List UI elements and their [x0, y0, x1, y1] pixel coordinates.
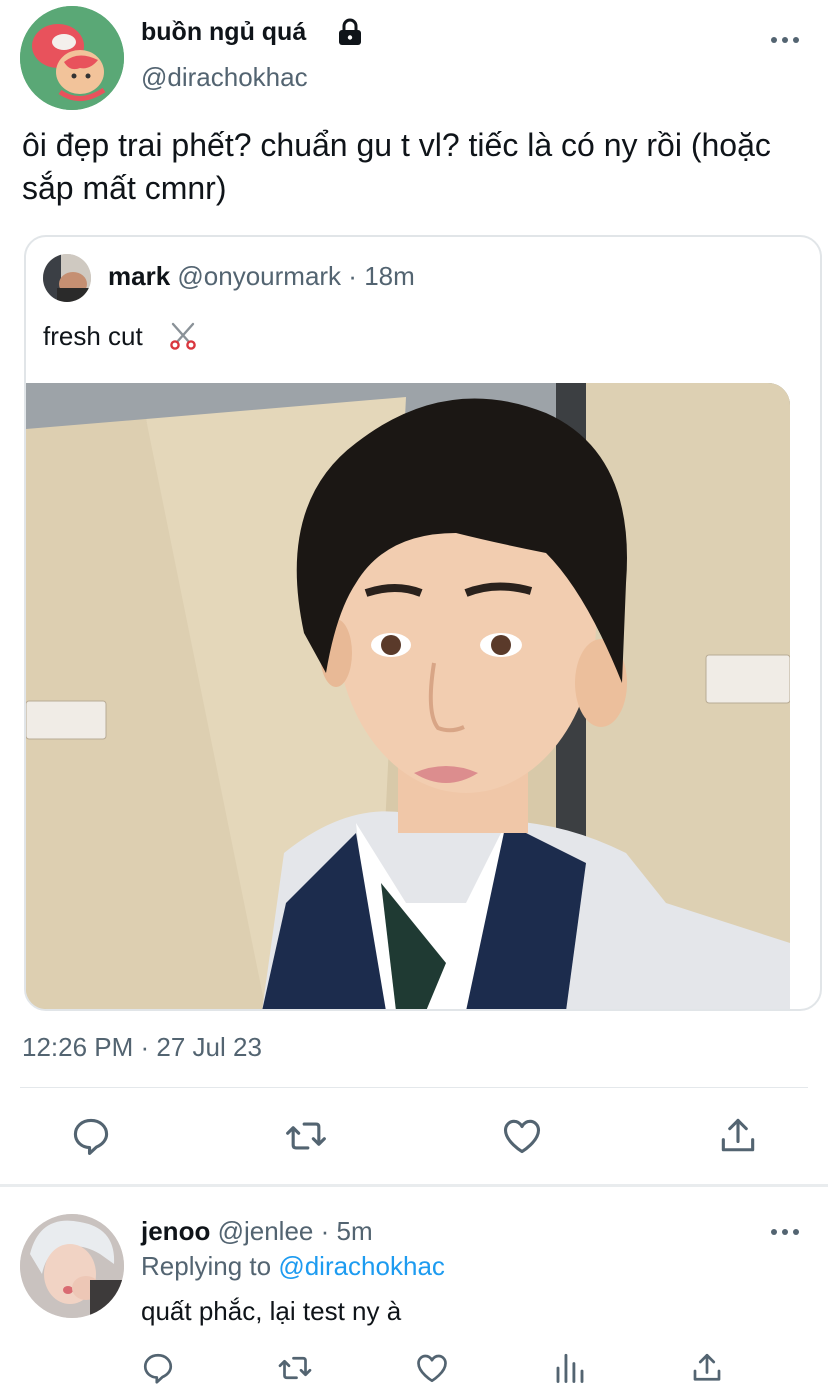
display-name[interactable]: buồn ngủ quá [141, 18, 306, 47]
quote-time: 18m [364, 261, 415, 291]
divider [0, 1184, 828, 1187]
retweet-button[interactable] [284, 1114, 328, 1158]
separator: · [348, 261, 357, 291]
analytics-button[interactable] [552, 1350, 588, 1386]
reply-button[interactable] [140, 1350, 176, 1386]
reply-author-name[interactable]: jenoo [141, 1216, 210, 1246]
replying-to-user-link[interactable]: @dirachokhac [278, 1251, 445, 1281]
reply-button[interactable] [69, 1114, 113, 1158]
tweet-text: ôi đẹp trai phết? chuẩn gu t vl? tiếc là… [22, 127, 771, 206]
retweet-button[interactable] [277, 1350, 313, 1386]
reply-avatar[interactable] [20, 1214, 124, 1318]
separator: · [320, 1216, 330, 1246]
divider [20, 1087, 808, 1088]
quote-photo[interactable] [26, 383, 790, 1009]
user-handle[interactable]: @dirachokhac [141, 62, 308, 93]
more-options-icon[interactable] [770, 28, 800, 52]
quote-text: fresh cut [43, 321, 143, 351]
quote-header: mark @onyourmark · 18m [108, 261, 415, 292]
lock-icon [337, 18, 363, 46]
quote-author-name[interactable]: mark [108, 261, 170, 291]
like-button[interactable] [500, 1114, 544, 1158]
share-button[interactable] [689, 1350, 725, 1386]
replying-to: Replying to @dirachokhac [141, 1251, 445, 1282]
avatar[interactable] [20, 6, 124, 110]
tweet-timestamp: 12:26 PM · 27 Jul 23 [22, 1032, 262, 1062]
reply-time: 5m [336, 1216, 373, 1246]
quote-author-handle[interactable]: @onyourmark [177, 261, 341, 291]
reply-author-handle[interactable]: @jenlee [218, 1216, 314, 1246]
reply-text: quất phắc, lại test ny à [141, 1296, 402, 1326]
replying-to-label: Replying to [141, 1251, 272, 1281]
more-options-icon[interactable] [770, 1220, 800, 1244]
quote-tweet-card[interactable]: mark @onyourmark · 18m fresh cut [24, 235, 822, 1011]
quote-avatar [43, 254, 91, 302]
scissors-icon [167, 320, 199, 350]
share-button[interactable] [716, 1114, 760, 1158]
like-button[interactable] [414, 1350, 450, 1386]
reply-header: jenoo @jenlee · 5m [141, 1216, 373, 1247]
